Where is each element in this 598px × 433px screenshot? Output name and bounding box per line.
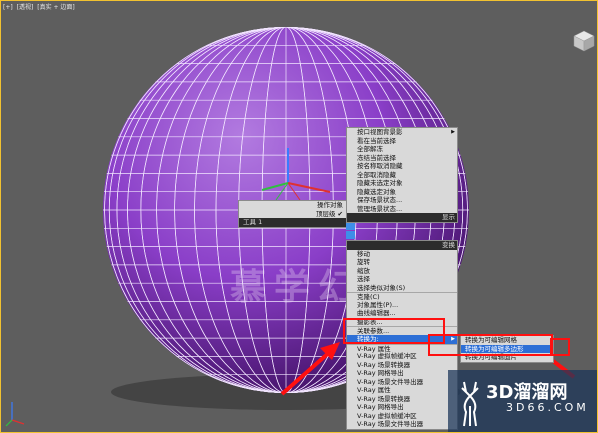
viewport-menu-plus[interactable]: [+] — [3, 4, 13, 11]
menu-item-label: V-Ray 场景文件导出器 — [357, 420, 424, 429]
menu-item-label: V-Ray 网格导出 — [357, 403, 404, 412]
menu-item-label: 按口视图背景影 — [357, 128, 403, 136]
menu-item-label: 按名称取消隐藏 — [357, 162, 403, 171]
menu-item[interactable]: 全部取消隐藏 — [347, 171, 457, 180]
menu-item[interactable]: V-Ray 场景文件导出器 — [347, 378, 457, 387]
quad-center-square-top[interactable] — [346, 222, 355, 230]
viewport-menu-shading[interactable]: [真实 + 边面] — [37, 4, 75, 11]
menu-item[interactable]: V-Ray 属性 — [347, 343, 457, 353]
brand-url: 3D66.COM — [506, 401, 589, 414]
menu-item[interactable]: 转换为可编辑面片 — [461, 353, 553, 362]
menu-item-label: 看在当前选择 — [357, 136, 396, 145]
menu-item-label: 转换为可编辑网格 — [465, 336, 517, 344]
menu-item[interactable]: 看在当前选择 — [347, 137, 457, 146]
quad-menu-transform: 变换 移动 旋转 缩放 选择 选择类似对象(S) 克隆(C) 对象属性(P)... 曲线编辑器.… — [346, 240, 458, 430]
menu-item[interactable]: 管理场景状态... — [347, 205, 457, 214]
menu-item-subobject[interactable]: 操作对象 — [239, 201, 347, 210]
menu-item[interactable]: 转换为可编辑网格 — [461, 336, 553, 345]
checkmark-icon: ✔ — [337, 209, 343, 218]
menu-item-label: 管理场景状态... — [357, 204, 403, 213]
viewport-menu-view[interactable]: [透视] — [17, 4, 34, 11]
menu-item-label: 全部取消隐藏 — [357, 170, 396, 179]
menu-item-label: 转换为可编辑面片 — [465, 353, 517, 362]
menu-item[interactable]: 保存场景状态... — [347, 196, 457, 205]
menu-item-label: 对象属性(P)... — [357, 300, 399, 309]
menu-item-label: 保存场景状态... — [357, 196, 403, 205]
menu-item-label: 移动 — [357, 249, 370, 258]
menu-item-label: 选择 — [357, 275, 370, 284]
quad-header-tools1: 工具 1 — [239, 218, 347, 227]
menu-item-label: 全部解冻 — [357, 145, 383, 154]
menu-item-label: V-Ray 场景转换器 — [357, 394, 411, 403]
quad-header-display: 显示 — [347, 213, 457, 222]
menu-item-label: V-Ray 网格导出 — [357, 369, 404, 378]
menu-item[interactable]: 缩放 — [347, 267, 457, 276]
menu-item[interactable]: 转换为可编辑多边形 — [461, 344, 553, 354]
menu-item-label: 摄影表... — [357, 317, 383, 326]
menu-item[interactable]: 冻结当前选择 — [347, 154, 457, 163]
submenu-arrow-icon: ▶ — [451, 335, 455, 342]
menu-item[interactable]: 转换为: ▶ — [347, 334, 457, 344]
menu-item[interactable]: 移动 — [347, 250, 457, 259]
menu-item-label: 转换为: — [357, 334, 379, 343]
menu-item-label: 选择类似对象(S) — [357, 283, 406, 292]
menu-item[interactable]: 克隆(C) — [347, 292, 457, 301]
menu-item[interactable]: 按名称取消隐藏 — [347, 162, 457, 171]
submenu-arrow-icon: ▶ — [451, 129, 455, 135]
menu-item-top-level[interactable]: 顶层级 ✔ — [239, 210, 347, 219]
menu-item[interactable]: 曲线编辑器... — [347, 309, 457, 318]
menu-item[interactable]: 按口视图背景影 ▶ — [347, 128, 457, 137]
menu-item[interactable]: 关联参数... — [347, 326, 457, 335]
convert-to-submenu: 转换为可编辑网格 转换为可编辑多边形 转换为可编辑面片 — [460, 335, 554, 363]
menu-item[interactable]: 全部解冻 — [347, 145, 457, 154]
menu-item[interactable]: V-Ray 网格导出 — [347, 403, 457, 412]
menu-item[interactable]: 选择类似对象(S) — [347, 284, 457, 293]
menu-item-label: 缩放 — [357, 266, 370, 275]
menu-item[interactable]: V-Ray 网格导出 — [347, 369, 457, 378]
perspective-viewport[interactable]: 慕学幻真 [+] [透视] [真实 + 边面] 操作对象 顶层级 ✔ 工具 1 … — [0, 0, 598, 433]
quad-header-transform: 变换 — [347, 241, 457, 250]
viewport-label[interactable]: [+] [透视] [真实 + 边面] — [3, 2, 77, 11]
quad-center-square-bottom[interactable] — [346, 231, 355, 239]
menu-item-label: 冻结当前选择 — [357, 153, 396, 162]
menu-item-label: V-Ray 场景转换器 — [357, 360, 411, 369]
menu-item-label: 曲线编辑器... — [357, 309, 396, 318]
menu-item[interactable]: V-Ray 属性 — [347, 386, 457, 395]
viewcube-icon[interactable] — [568, 24, 598, 54]
menu-item-label: 转换为可编辑多边形 — [465, 344, 524, 353]
menu-item-label: 隐藏未选定对象 — [357, 179, 403, 188]
menu-item[interactable]: 摄影表... — [347, 318, 457, 327]
menu-item-label: V-Ray 属性 — [357, 386, 391, 395]
quad-menu-display: 按口视图背景影 ▶ 看在当前选择 全部解冻 冻结当前选择 按名称取消隐藏 全部取消隐藏 隐藏未… — [346, 127, 458, 223]
menu-item-label: 隐藏选定对象 — [357, 187, 396, 196]
quad-menu-left: 操作对象 顶层级 ✔ 工具 1 — [238, 200, 348, 228]
menu-item-label: V-Ray 虚拟帧缓冲区 — [357, 352, 417, 361]
menu-item[interactable]: V-Ray 场景文件导出器 — [347, 420, 457, 429]
menu-item[interactable]: 隐藏未选定对象 — [347, 179, 457, 188]
menu-item[interactable]: V-Ray 虚拟帧缓冲区 — [347, 352, 457, 361]
menu-item[interactable]: 旋转 — [347, 258, 457, 267]
menu-item-label: V-Ray 场景文件导出器 — [357, 377, 424, 386]
menu-item[interactable]: 选择 — [347, 275, 457, 284]
menu-item-label: 旋转 — [357, 258, 370, 267]
deer-logo-icon — [461, 381, 479, 427]
axis-tripod-icon — [5, 402, 25, 427]
menu-item[interactable]: V-Ray 场景转换器 — [347, 361, 457, 370]
menu-item-label: V-Ray 虚拟帧缓冲区 — [357, 411, 417, 420]
